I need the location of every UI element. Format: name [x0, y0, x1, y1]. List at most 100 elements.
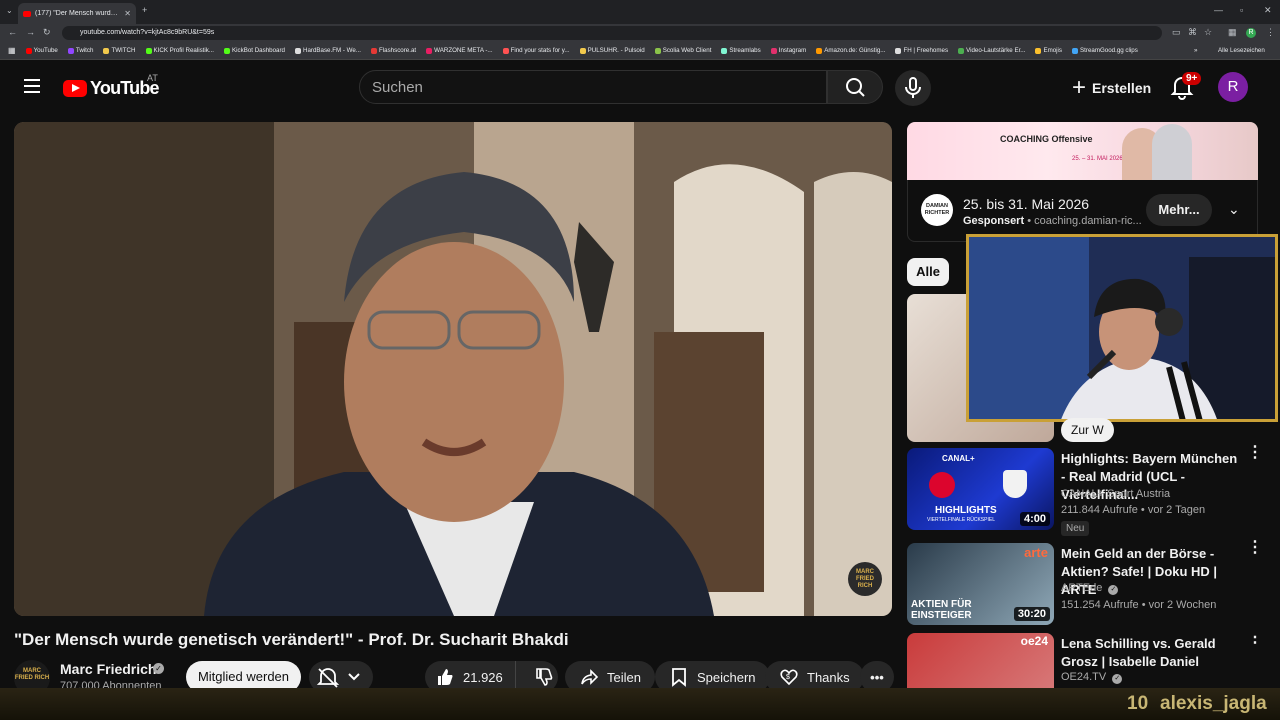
bookmark-item[interactable]: StreamGood.gg clips: [1072, 47, 1138, 54]
thumbs-down-icon: [535, 668, 553, 686]
apps-icon[interactable]: ▦: [8, 46, 16, 55]
bookmark-item[interactable]: TWITCH: [103, 47, 136, 54]
close-window-icon[interactable]: ✕: [1264, 5, 1272, 16]
video-frame: [14, 122, 892, 616]
region-code: AT: [147, 73, 158, 83]
ad-banner-image[interactable]: COACHING Offensive 25. – 31. MAI 2026: [907, 122, 1258, 180]
recommendation-channel[interactable]: ARTEde ✓: [1061, 582, 1119, 595]
recommendation-title[interactable]: Lena Schilling vs. Gerald Grosz | Isabel…: [1061, 635, 1241, 671]
ad-banner-dates: 25. – 31. MAI 2026: [1072, 156, 1123, 162]
bookmark-label: StreamGood.gg clips: [1080, 47, 1138, 54]
sponsored-label: Gesponsert: [963, 215, 1025, 227]
bookmark-item[interactable]: Emojis: [1035, 47, 1062, 54]
bookmark-favicon-icon: [67, 47, 74, 54]
tab-title: (177) "Der Mensch wurde gene: [35, 10, 121, 17]
chevron-down-icon[interactable]: ⌄: [1228, 201, 1240, 218]
bookmark-item[interactable]: Amazon.de: Günstig...: [816, 47, 885, 54]
channel-name[interactable]: Marc Friedrich: [60, 661, 156, 677]
youtube-logo[interactable]: YouTube: [63, 78, 160, 99]
recommendation-thumbnail[interactable]: arte AKTIEN FÜR EINSTEIGER 30:20: [907, 543, 1054, 625]
bookmark-label: Emojis: [1043, 47, 1063, 54]
extensions-icon[interactable]: ▦: [1228, 27, 1237, 38]
bookmark-star-icon[interactable]: ☆: [1204, 27, 1212, 38]
bookmark-label: Scolia Web Client: [662, 47, 712, 54]
ad-person-image: [1152, 124, 1192, 180]
microphone-icon: [905, 77, 921, 98]
verified-icon: ✓: [153, 663, 164, 674]
bookmark-favicon-icon: [1035, 47, 1042, 54]
channel-label: ARTEde: [1061, 582, 1103, 594]
bookmark-item[interactable]: FH | Freehomes: [895, 47, 948, 54]
bookmark-item[interactable]: Streamlabs: [721, 47, 761, 54]
reload-icon[interactable]: ↻: [43, 27, 51, 38]
new-tab-icon[interactable]: +: [142, 5, 147, 15]
translate-icon[interactable]: ⌘: [1188, 27, 1197, 38]
bookmark-item[interactable]: Video-Lautstärke Er...: [958, 47, 1025, 54]
bookmark-item[interactable]: Instagram: [770, 47, 806, 54]
recommendation-channel[interactable]: OE24.TV ✓: [1061, 671, 1123, 684]
browser-menu-icon[interactable]: ⋮: [1266, 27, 1275, 38]
bookmark-favicon-icon: [370, 47, 377, 54]
ad-more-button[interactable]: Mehr...: [1146, 194, 1212, 226]
bookmark-item[interactable]: KickBot Dashboard: [224, 47, 285, 54]
bookmark-favicon-icon: [958, 47, 965, 54]
bookmark-item[interactable]: Twitch: [67, 47, 94, 54]
thumbnail-brand: CANAL+: [942, 454, 975, 463]
bookmark-item[interactable]: Scolia Web Client: [654, 47, 712, 54]
ad-title[interactable]: 25. bis 31. Mai 2026: [963, 196, 1089, 212]
bookmark-item[interactable]: HardBase.FM - We...: [294, 47, 361, 54]
minimize-icon[interactable]: —: [1214, 5, 1223, 15]
bookmark-item[interactable]: YouTube: [25, 47, 58, 54]
url-field[interactable]: youtube.com/watch?v=kjtAc8c9bRU&t=59s: [62, 26, 1162, 40]
forward-icon[interactable]: →: [26, 27, 35, 37]
recommendation-thumbnail[interactable]: CANAL+ HIGHLIGHTS VIERTELFINALE RÜCKSPIE…: [907, 448, 1054, 530]
bookmarks-bar: ▦ YouTube Twitch TWITCH KICK Profil Realist…: [0, 42, 1280, 60]
more-bookmarks-icon[interactable]: »: [1194, 47, 1197, 54]
profile-icon[interactable]: R: [1246, 28, 1256, 38]
bookmark-label: Amazon.de: Günstig...: [824, 47, 886, 54]
voice-search-button[interactable]: [895, 70, 931, 106]
chip-all[interactable]: Alle: [907, 258, 949, 286]
new-badge: Neu: [1061, 521, 1090, 536]
thanks-label: Thanks: [807, 669, 850, 685]
bookmark-label: Twitch: [75, 47, 94, 54]
search-button[interactable]: [827, 70, 883, 104]
all-bookmarks-link[interactable]: Alle Lesezeichen: [1218, 47, 1265, 54]
more-vertical-icon[interactable]: ⋮: [1247, 633, 1263, 646]
ad-banner-text: COACHING Offensive: [1000, 134, 1093, 144]
bookmark-item[interactable]: PULSUHR. - Pulsoid: [579, 47, 645, 54]
more-vertical-icon[interactable]: ⋮: [1247, 445, 1263, 461]
thumbnail-label: AKTIEN FÜR EINSTEIGER: [911, 599, 972, 621]
channel-watermark[interactable]: MARC FRIED RICH: [848, 562, 882, 596]
search-input[interactable]: Suchen: [359, 70, 827, 104]
notification-badge: 9+: [1182, 72, 1202, 85]
video-title: "Der Mensch wurde genetisch verändert!" …: [14, 630, 569, 649]
save-label: Speichern: [697, 669, 756, 685]
more-vertical-icon[interactable]: ⋮: [1247, 540, 1263, 556]
back-icon[interactable]: ←: [8, 27, 17, 37]
recommendation-item[interactable]: oe24 Lena Schilling vs. Gerald Grosz | I…: [907, 633, 1277, 688]
tab-close-icon[interactable]: ✕: [124, 9, 131, 18]
youtube-play-icon: [63, 80, 87, 97]
tab-search-icon[interactable]: ⌄: [6, 6, 13, 15]
ad-advertiser-logo[interactable]: DAMIAN RICHTER: [921, 194, 953, 226]
bookmark-item[interactable]: KICK Profil Realistik...: [145, 47, 214, 54]
account-avatar[interactable]: R: [1218, 72, 1248, 102]
bookmark-item[interactable]: Flashscore.at: [370, 47, 416, 54]
cast-icon[interactable]: ▭: [1172, 27, 1181, 38]
recommendation-thumbnail[interactable]: oe24: [907, 633, 1054, 688]
bookmark-item[interactable]: Find your stats for y...: [502, 47, 570, 54]
create-button[interactable]: + Erstellen: [1064, 70, 1159, 106]
bookmark-label: YouTube: [33, 47, 58, 54]
thumbnail-brand: oe24: [1020, 634, 1048, 648]
hamburger-menu-icon[interactable]: [24, 79, 40, 93]
bookmark-label: KickBot Dashboard: [232, 47, 285, 54]
bookmark-favicon-icon: [25, 47, 32, 54]
recommendation-channel[interactable]: CANAL+ Sport Austria: [1061, 488, 1170, 500]
bookmark-item[interactable]: WARZONE META -...: [426, 47, 493, 54]
ad-sponsored-line: Gesponsert • coaching.damian-ric...: [963, 215, 1142, 227]
browser-tab-bar: ⌄ (177) "Der Mensch wurde gene ✕ + — ▫ ✕: [0, 0, 1280, 24]
video-player[interactable]: MARC FRIED RICH: [14, 122, 892, 616]
maximize-icon[interactable]: ▫: [1240, 5, 1243, 15]
browser-tab[interactable]: (177) "Der Mensch wurde gene ✕: [18, 3, 136, 24]
